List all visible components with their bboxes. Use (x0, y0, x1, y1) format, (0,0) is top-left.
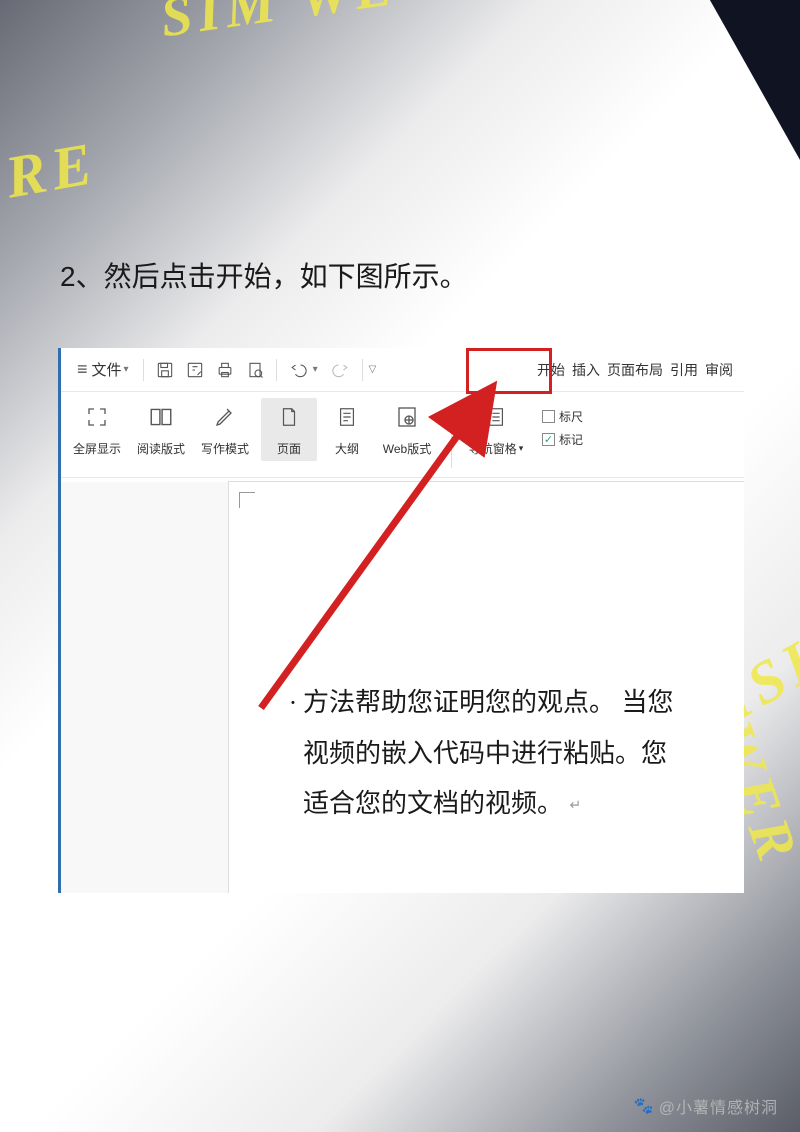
step-instruction: 2、然后点击开始，如下图所示。 (60, 255, 468, 295)
corner-decoration (710, 0, 800, 160)
tab-reference[interactable]: 引用 (667, 354, 701, 386)
tab-review[interactable]: 审阅 (702, 354, 736, 386)
undo-icon[interactable] (283, 355, 313, 385)
ribbon-label: 大纲 (335, 440, 359, 457)
checkbox-label: 标尺 (559, 408, 583, 425)
decorative-text: SIM WE (157, 0, 402, 50)
writing-mode-button[interactable]: 写作模式 (197, 402, 253, 457)
divider (276, 359, 277, 381)
watermark-text: @小薯情感树洞 (659, 1094, 778, 1118)
ribbon-tabs: 开始 插入 页面布局 引用 审阅 (534, 354, 736, 386)
ribbon-label: 写作模式 (201, 440, 249, 457)
decorative-text: ERE (0, 129, 103, 221)
ribbon-label: Web版式 (383, 440, 431, 457)
web-icon (392, 402, 422, 432)
ribbon-label: 全屏显示 (73, 440, 121, 457)
preview-icon[interactable] (240, 355, 270, 385)
ribbon-label: 阅读版式 (137, 440, 185, 457)
document-body-text[interactable]: · 方法帮助您证明您的观点。 当您 视频的嵌入代码中进行粘贴。您 适合您的文档的… (283, 678, 674, 830)
screenshot-region: ≡ 文件 ▾ ▾ ▽ (58, 348, 744, 893)
doc-text-line: 当您 (622, 688, 674, 717)
book-icon (146, 402, 176, 432)
ribbon-label: 导航窗格 (469, 440, 517, 457)
view-ribbon: 全屏显示 阅读版式 写作模式 页面 (61, 392, 744, 478)
fullscreen-button[interactable]: 全屏显示 (69, 402, 125, 457)
page-view-button[interactable]: 页面 (261, 398, 317, 461)
ruler-checkbox[interactable]: 标尺 (542, 408, 583, 425)
divider (143, 359, 144, 381)
page-icon (274, 402, 304, 432)
tab-layout[interactable]: 页面布局 (604, 354, 666, 386)
outline-view-button[interactable]: 大纲 (325, 402, 369, 457)
paw-icon: 🐾 (634, 1096, 655, 1116)
checkbox-icon (542, 410, 555, 423)
ribbon-label: 页面 (277, 440, 301, 457)
decorative-text: OU (0, 20, 12, 129)
marks-checkbox[interactable]: ✓ 标记 (542, 431, 583, 448)
quick-access-bar: ≡ 文件 ▾ ▾ ▽ (61, 348, 744, 392)
bullet-icon: · (283, 678, 303, 729)
save-icon[interactable] (150, 355, 180, 385)
nav-icon (481, 402, 511, 432)
doc-text-line: 视频的嵌入代码中进行粘贴。您 (283, 729, 674, 780)
view-options: 标尺 ✓ 标记 (542, 402, 583, 448)
doc-text-line: 方法帮助您证明您的观点。 (303, 688, 615, 717)
divider (451, 408, 452, 468)
fullscreen-icon (82, 402, 112, 432)
chevron-down-icon[interactable]: ▾ (124, 364, 137, 375)
checkbox-icon: ✓ (542, 433, 555, 446)
outline-icon (332, 402, 362, 432)
document-canvas: · 方法帮助您证明您的观点。 当您 视频的嵌入代码中进行粘贴。您 适合您的文档的… (61, 482, 744, 893)
redo-icon[interactable] (326, 355, 356, 385)
document-page[interactable]: · 方法帮助您证明您的观点。 当您 视频的嵌入代码中进行粘贴。您 适合您的文档的… (229, 482, 744, 893)
menu-icon[interactable]: ≡ (69, 359, 92, 380)
paragraph-mark-icon: ↵ (570, 799, 582, 814)
tab-start[interactable]: 开始 (534, 354, 568, 386)
web-layout-button[interactable]: Web版式 (377, 402, 437, 457)
nav-pane-button[interactable]: 导航窗格▾ (466, 402, 526, 457)
pencil-icon (210, 402, 240, 432)
checkbox-label: 标记 (559, 431, 583, 448)
reading-layout-button[interactable]: 阅读版式 (133, 402, 189, 457)
doc-text-line: 适合您的文档的视频。 (303, 789, 563, 818)
tab-insert[interactable]: 插入 (569, 354, 603, 386)
divider (362, 359, 363, 381)
qa-customize-dropdown[interactable]: ▽ (369, 364, 385, 375)
watermark: 🐾 @小薯情感树洞 (634, 1094, 778, 1118)
page-corner-mark (239, 492, 255, 508)
undo-dropdown[interactable]: ▾ (313, 364, 326, 375)
chevron-down-icon: ▾ (519, 443, 524, 454)
file-menu[interactable]: 文件 (92, 359, 124, 380)
save-as-icon[interactable] (180, 355, 210, 385)
print-icon[interactable] (210, 355, 240, 385)
